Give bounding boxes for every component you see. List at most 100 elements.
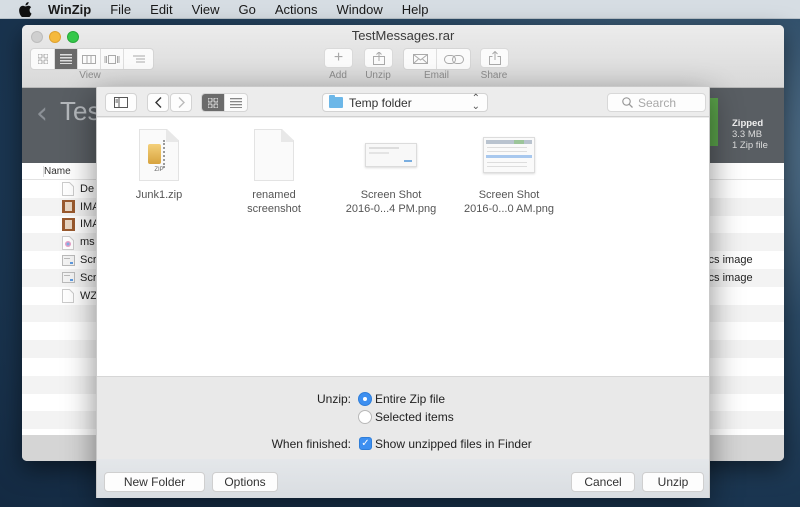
menu-view[interactable]: View xyxy=(192,2,220,17)
plus-icon: + xyxy=(333,49,344,66)
unzip-label: Unzip xyxy=(365,70,391,81)
folder-icon xyxy=(329,95,343,108)
updown-chevron-icon: ⌃ ⌄ xyxy=(471,93,480,112)
screenshot-thumbnail-icon xyxy=(483,137,535,173)
cancel-button[interactable]: Cancel xyxy=(571,472,635,492)
email-label: Email xyxy=(423,70,449,81)
unzip-confirm-button[interactable]: Unzip xyxy=(642,472,704,492)
screenshot-icon xyxy=(62,271,75,284)
file-item-screenshot-pm[interactable]: Screen Shot 2016-0...4 PM.png xyxy=(341,126,441,216)
menu-bar: WinZip File Edit View Go Actions Window … xyxy=(0,0,800,19)
coverflow-view-icon[interactable] xyxy=(101,49,124,69)
file-item-label-line2: 2016-0...0 AM.png xyxy=(464,203,554,215)
sheet-view-mode-control xyxy=(201,93,248,112)
menu-window[interactable]: Window xyxy=(337,2,383,17)
column-header-name[interactable]: Name xyxy=(43,165,71,177)
link-icon xyxy=(443,54,464,64)
forward-button[interactable] xyxy=(170,93,192,112)
folder-location-popup[interactable]: Temp folder ⌃ ⌄ xyxy=(322,93,488,112)
message-file-icon xyxy=(62,235,74,250)
file-name: WZ xyxy=(80,289,98,302)
menu-edit[interactable]: Edit xyxy=(150,2,172,17)
new-folder-button[interactable]: New Folder xyxy=(104,472,205,492)
file-item-label-line2: 2016-0...4 PM.png xyxy=(345,203,437,215)
unzip-icon xyxy=(372,51,385,65)
radio-selected-items[interactable] xyxy=(358,410,372,424)
file-item-renamed-screenshot[interactable]: renamed screenshot xyxy=(224,126,324,216)
zip-status-count: 1 Zip file xyxy=(732,140,768,151)
list-view-icon[interactable] xyxy=(225,94,247,111)
back-button[interactable] xyxy=(147,93,169,112)
file-item-label: Junk1.zip xyxy=(135,189,183,201)
radio-entire-zip-file[interactable] xyxy=(358,392,372,406)
file-item-junk1-zip[interactable]: ZIP Junk1.zip xyxy=(109,126,209,202)
document-icon xyxy=(254,129,294,181)
menu-actions[interactable]: Actions xyxy=(275,2,318,17)
file-name: ms xyxy=(80,236,95,249)
sidebar-toggle-button[interactable] xyxy=(105,93,137,112)
file-browser: ZIP Junk1.zip renamed screenshot Screen … xyxy=(97,118,709,376)
title-bar: TestMessages.rar View + Add Unzip Email … xyxy=(22,25,784,88)
zip-progress-indicator xyxy=(710,98,718,146)
image-thumbnail-icon xyxy=(62,200,75,214)
view-mode-segmented-control xyxy=(30,48,154,70)
when-finished-label: When finished: xyxy=(271,437,351,451)
file-name: Scr xyxy=(80,271,97,284)
envelope-icon xyxy=(412,54,428,64)
menu-file[interactable]: File xyxy=(110,2,131,17)
file-item-label: renamed xyxy=(252,189,296,201)
menu-go[interactable]: Go xyxy=(239,2,256,17)
menu-help[interactable]: Help xyxy=(402,2,429,17)
search-placeholder: Search xyxy=(638,95,677,110)
folder-name: Temp folder xyxy=(349,95,412,110)
search-input[interactable]: Search xyxy=(607,93,706,112)
unzip-button[interactable] xyxy=(364,48,393,68)
icon-view-icon[interactable] xyxy=(202,94,225,111)
sheet-toolbar: Temp folder ⌃ ⌄ Search xyxy=(97,87,709,117)
screenshot-thumbnail-icon xyxy=(365,143,417,167)
file-name: De xyxy=(80,182,95,195)
unzip-option-label: Unzip: xyxy=(316,392,351,406)
entire-zip-file-label[interactable]: Entire Zip file xyxy=(375,392,445,406)
back-chevron-icon[interactable]: ‹ xyxy=(36,96,48,131)
unzip-options: Unzip: Entire Zip file Selected items Wh… xyxy=(97,376,709,459)
document-icon xyxy=(62,182,74,197)
add-button[interactable]: + xyxy=(324,48,353,68)
show-in-finder-label[interactable]: Show unzipped files in Finder xyxy=(375,437,532,451)
file-item-label-line2: screenshot xyxy=(247,203,301,215)
add-label: Add xyxy=(329,70,347,81)
selected-items-label[interactable]: Selected items xyxy=(375,410,454,424)
share-label: Share xyxy=(480,70,508,81)
file-item-screenshot-am[interactable]: Screen Shot 2016-0...0 AM.png xyxy=(459,126,559,216)
file-item-label: Screen Shot xyxy=(360,189,422,201)
show-in-finder-checkbox[interactable]: ✓ xyxy=(359,437,372,450)
search-icon xyxy=(622,97,633,108)
file-name: Scr xyxy=(80,254,97,267)
zip-file-icon: ZIP xyxy=(139,129,179,181)
email-attachment-button[interactable] xyxy=(404,49,437,69)
zip-status-size: 3.3 MB xyxy=(732,129,763,140)
screenshot-icon xyxy=(62,254,75,267)
grid-view-icon[interactable] xyxy=(31,49,55,69)
zip-status: Zipped 3.3 MB 1 Zip file xyxy=(732,118,768,151)
share-button[interactable] xyxy=(480,48,509,68)
zip-status-title: Zipped xyxy=(732,118,764,129)
email-segmented-control xyxy=(403,48,471,70)
unzip-destination-sheet: Temp folder ⌃ ⌄ Search ZIP Junk1.zip ren… xyxy=(96,86,710,498)
file-item-label: Screen Shot xyxy=(478,189,540,201)
outline-view-icon[interactable] xyxy=(124,49,153,69)
archive-name: Tes xyxy=(60,96,101,126)
apple-logo-icon[interactable] xyxy=(19,1,33,17)
menu-winzip[interactable]: WinZip xyxy=(48,2,91,17)
sheet-footer: New Folder Options Cancel Unzip xyxy=(97,459,709,498)
list-view-icon[interactable] xyxy=(55,49,78,69)
email-link-button[interactable] xyxy=(437,49,470,69)
view-label: View xyxy=(79,70,101,81)
chevron-left-icon xyxy=(154,97,161,108)
chevron-right-icon xyxy=(178,97,185,108)
options-button[interactable]: Options xyxy=(212,472,278,492)
columns-view-icon[interactable] xyxy=(78,49,101,69)
share-icon xyxy=(488,51,501,65)
sidebar-icon xyxy=(114,97,128,108)
document-icon xyxy=(62,289,74,304)
